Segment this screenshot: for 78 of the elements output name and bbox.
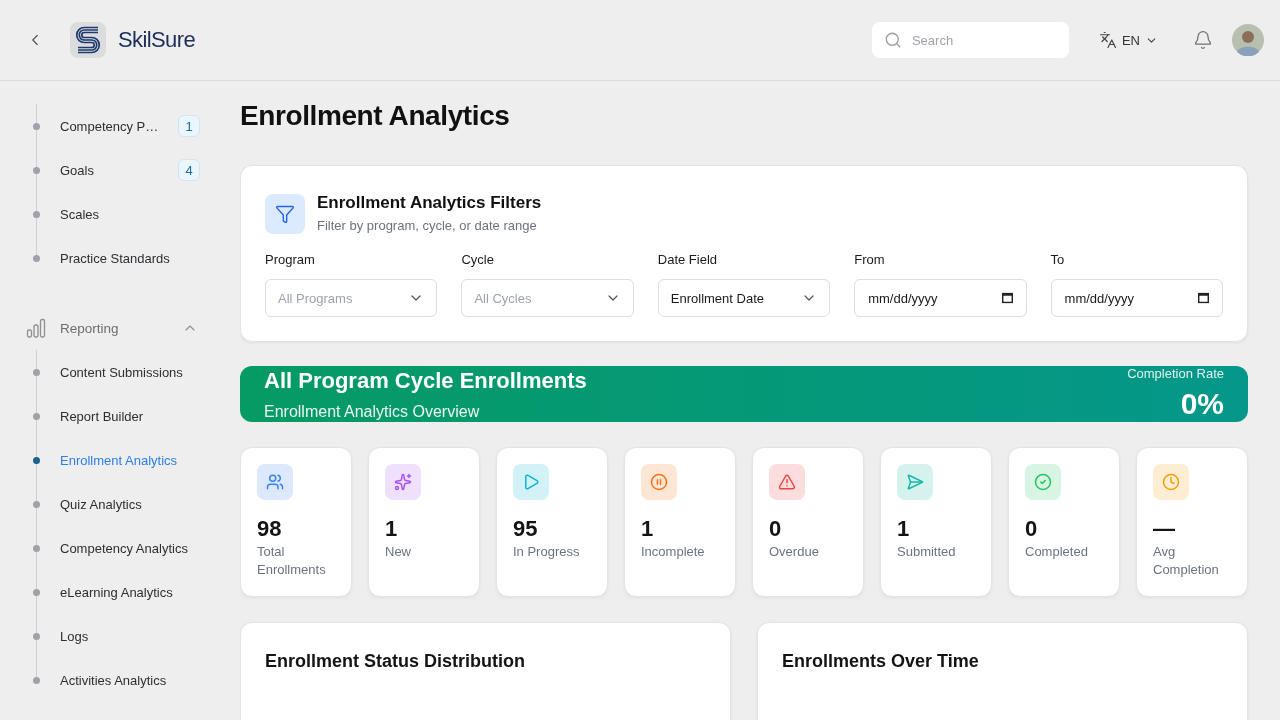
- sidebar-item[interactable]: Competency P… 1: [33, 104, 200, 148]
- calendar-icon[interactable]: [1001, 292, 1013, 304]
- sidebar-item[interactable]: Competency Analytics: [33, 526, 200, 570]
- play-icon: [513, 464, 549, 500]
- stat-label: Avg Completion: [1153, 543, 1220, 579]
- stat-value: 1: [897, 515, 911, 543]
- sidebar-item[interactable]: Logs: [33, 614, 200, 658]
- sidebar-item[interactable]: Enrollment Analytics: [33, 438, 200, 482]
- sidebar-item[interactable]: Activities Analytics: [33, 658, 200, 702]
- field-label: Program: [265, 252, 316, 268]
- notification-bell-icon[interactable]: [1193, 30, 1213, 50]
- bar-chart-icon: [26, 318, 46, 338]
- sidebar-item[interactable]: Practice Standards: [33, 236, 200, 280]
- date-field[interactable]: mm/dd/yyyy: [854, 279, 1027, 317]
- bullet-icon: [33, 412, 40, 420]
- sidebar-item[interactable]: Goals 4: [33, 148, 200, 192]
- panel-title: Enrollments Over Time: [782, 650, 980, 673]
- stat-label: Completed: [1025, 543, 1089, 561]
- sidebar-item[interactable]: eLearning Analytics: [33, 570, 200, 614]
- sidebar-section-header[interactable]: Reporting: [26, 306, 200, 350]
- translate-icon: [1098, 31, 1117, 49]
- filter-icon: [265, 193, 305, 234]
- bullet-icon: [33, 588, 40, 596]
- sidebar-item[interactable]: Report Builder: [33, 394, 200, 438]
- bullet-icon: [33, 632, 40, 640]
- bullet-icon: [33, 368, 40, 376]
- bullet-icon: [33, 676, 40, 684]
- stat-value: 95: [513, 515, 539, 543]
- sidebar-item[interactable]: Scales: [33, 192, 200, 236]
- stat-label: Incomplete: [641, 543, 706, 561]
- field-label: From: [854, 252, 886, 268]
- users-icon: [257, 464, 293, 500]
- bullet-icon: [33, 210, 40, 218]
- card-subtitle: Filter by program, cycle, or date range: [317, 217, 538, 235]
- bullet-icon: [33, 122, 40, 130]
- pause-icon: [641, 464, 677, 500]
- search-field[interactable]: Search: [871, 22, 1069, 58]
- count-badge: 1: [178, 115, 200, 137]
- completion-rate-label: Completion Rate: [1127, 366, 1224, 382]
- avatar-icon[interactable]: [1232, 24, 1264, 56]
- stat-value: 1: [641, 515, 655, 543]
- dropdown[interactable]: Enrollment Date: [657, 279, 831, 317]
- bullet-icon: [33, 500, 40, 508]
- sidebar-item[interactable]: Content Submissions: [33, 350, 200, 394]
- stat-value: 98: [257, 515, 283, 543]
- stat-value: —: [1153, 515, 1176, 543]
- bullet-icon: [33, 254, 40, 262]
- field-label: To: [1050, 252, 1066, 268]
- stat-label: In Progress: [513, 543, 581, 561]
- field-label: Date Field: [657, 252, 719, 268]
- stat-label: Submitted: [897, 543, 957, 561]
- stat-label: New: [385, 543, 412, 561]
- bullet-icon: [33, 166, 40, 174]
- panel-title: Enrollment Status Distribution: [265, 650, 526, 673]
- banner-title: All Program Cycle Enrollments: [264, 366, 587, 395]
- bullet-icon: [33, 456, 40, 464]
- stat-value: 0: [769, 515, 783, 543]
- brand-name: SkilSure: [118, 27, 196, 53]
- bullet-icon: [33, 544, 40, 552]
- field-label: Cycle: [461, 252, 495, 268]
- warning-icon: [769, 464, 805, 500]
- stat-label: Overdue: [769, 543, 820, 561]
- banner-subtitle: Enrollment Analytics Overview: [264, 401, 481, 422]
- completion-rate-value: 0%: [1179, 386, 1224, 422]
- stat-value: 0: [1025, 515, 1039, 543]
- stat-value: 1: [385, 515, 399, 543]
- sparkles-icon: [385, 464, 421, 500]
- stat-label: Total Enrollments: [257, 543, 327, 579]
- calendar-icon[interactable]: [1198, 292, 1209, 304]
- send-icon: [897, 464, 933, 500]
- card-title: Enrollment Analytics Filters: [317, 192, 542, 214]
- page-title: Enrollment Analytics: [240, 99, 511, 133]
- language-button[interactable]: EN: [1098, 31, 1158, 49]
- sidebar-item[interactable]: Quiz Analytics: [33, 482, 200, 526]
- clock-icon: [1153, 464, 1189, 500]
- count-badge: 4: [178, 159, 200, 181]
- search-icon: [883, 31, 902, 49]
- date-field[interactable]: mm/dd/yyyy: [1050, 279, 1223, 317]
